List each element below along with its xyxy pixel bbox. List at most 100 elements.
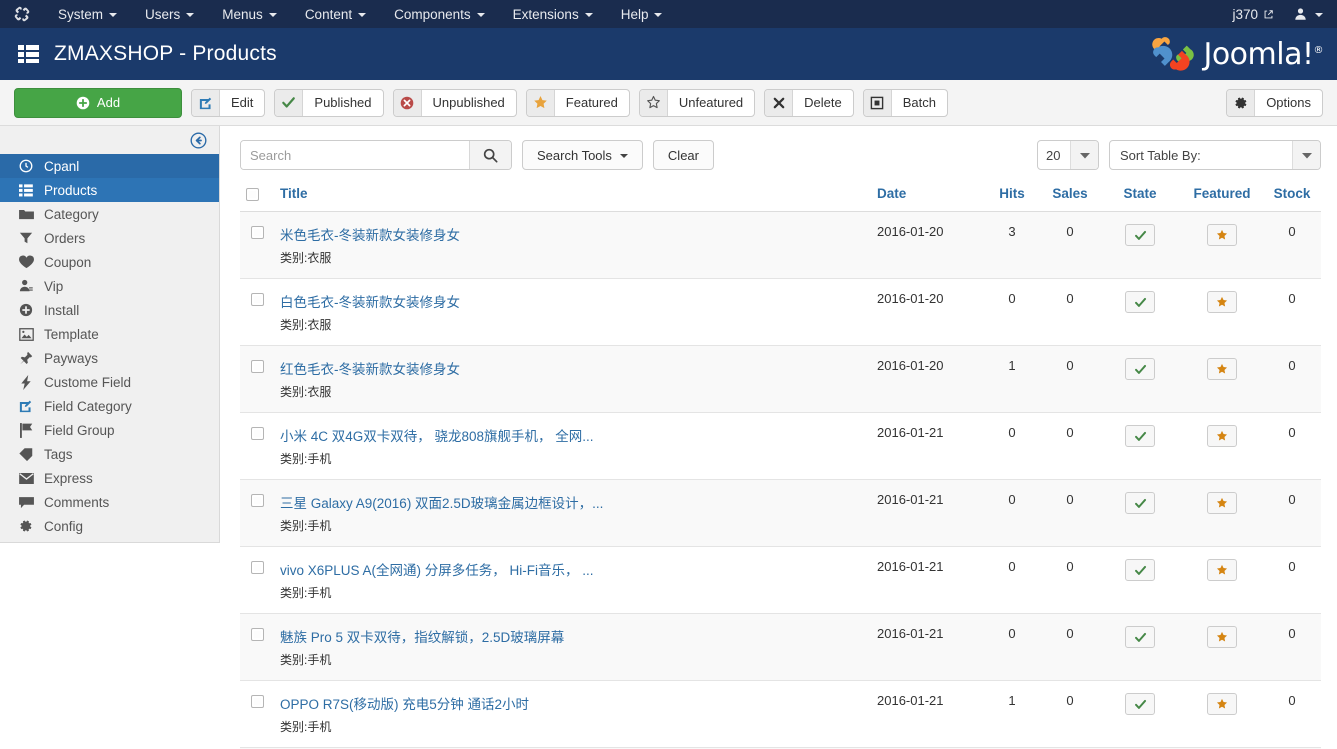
sidebar-item-install[interactable]: Install [0, 298, 219, 322]
product-title-link[interactable]: OPPO R7S(移动版) 充电5分钟 通话2小时 [280, 693, 865, 713]
arrow-circle-left-icon[interactable] [190, 132, 207, 149]
add-button[interactable]: Add [14, 87, 182, 118]
search-button[interactable] [469, 141, 511, 169]
page-title: ZMAXSHOP - Products [54, 42, 277, 65]
row-checkbox[interactable] [250, 561, 264, 575]
check-icon [275, 89, 304, 116]
column-header-state[interactable]: State [1099, 182, 1181, 212]
row-select-cell [240, 546, 274, 614]
product-title-link[interactable]: 三星 Galaxy A9(2016) 双面2.5D玻璃金属边框设计，... [280, 492, 865, 512]
row-checkbox[interactable] [250, 226, 264, 240]
sidebar-item-express[interactable]: Express [0, 466, 219, 490]
featured-toggle-button[interactable] [1207, 492, 1237, 514]
state-toggle-button[interactable] [1125, 291, 1155, 313]
image-icon [18, 327, 34, 341]
clear-button[interactable]: Clear [652, 140, 714, 170]
sidebar-item-label: Cpanl [44, 158, 80, 174]
row-title-cell: 魅族 Pro 5 双卡双待，指纹解锁，2.5D玻璃屏幕 类别:手机 [274, 613, 871, 681]
list-limit-select[interactable]: 20 [1037, 140, 1099, 170]
product-title-link[interactable]: 米色毛衣-冬装新款女装修身女 [280, 224, 865, 244]
edit-button[interactable]: Edit [191, 88, 266, 117]
sidebar-item-vip[interactable]: Vip [0, 274, 219, 298]
search-input[interactable] [241, 141, 469, 169]
sidebar-item-field-group[interactable]: Field Group [0, 418, 219, 442]
row-featured-cell [1181, 211, 1263, 279]
sidebar-item-cpanl[interactable]: Cpanl [0, 154, 219, 178]
row-checkbox[interactable] [250, 427, 264, 441]
top-menu-item-help[interactable]: Help [607, 0, 677, 28]
select-all-checkbox[interactable] [246, 187, 259, 201]
product-title-link[interactable]: 红色毛衣-冬装新款女装修身女 [280, 358, 865, 378]
sidebar-item-payways[interactable]: Payways [0, 346, 219, 370]
state-toggle-button[interactable] [1125, 224, 1155, 246]
sort-table-select[interactable]: Sort Table By: [1109, 140, 1321, 170]
top-menu-item-extensions[interactable]: Extensions [499, 0, 607, 28]
sidebar-item-tags[interactable]: Tags [0, 442, 219, 466]
joomla-logo-icon[interactable] [0, 0, 44, 28]
edit-button-label: Edit [231, 95, 254, 110]
featured-toggle-button[interactable] [1207, 358, 1237, 380]
row-checkbox[interactable] [250, 293, 264, 307]
user-menu-button[interactable] [1286, 7, 1337, 21]
row-date-cell: 2016-01-21 [871, 412, 983, 480]
featured-toggle-button[interactable] [1207, 693, 1237, 715]
featured-toggle-button[interactable] [1207, 224, 1237, 246]
column-header-hits[interactable]: Hits [983, 182, 1041, 212]
published-button[interactable]: Published [274, 88, 384, 117]
featured-toggle-button[interactable] [1207, 291, 1237, 313]
top-menu-item-content[interactable]: Content [291, 0, 380, 28]
state-toggle-button[interactable] [1125, 425, 1155, 447]
filter-icon [18, 231, 34, 245]
product-title-link[interactable]: 白色毛衣-冬装新款女装修身女 [280, 291, 865, 311]
sidebar-item-category[interactable]: Category [0, 202, 219, 226]
top-menu-item-components[interactable]: Components [380, 0, 499, 28]
column-header-featured[interactable]: Featured [1181, 182, 1263, 212]
search-tools-button[interactable]: Search Tools [522, 140, 643, 170]
state-toggle-button[interactable] [1125, 693, 1155, 715]
state-toggle-button[interactable] [1125, 626, 1155, 648]
state-toggle-button[interactable] [1125, 492, 1155, 514]
row-select-cell [240, 613, 274, 681]
top-menu-right-group: j370 [1220, 0, 1337, 28]
action-toolbar: Add Edit Published Unpublished Featured … [0, 80, 1337, 126]
row-checkbox[interactable] [250, 695, 264, 709]
product-title-link[interactable]: 魅族 Pro 5 双卡双待，指纹解锁，2.5D玻璃屏幕 [280, 626, 865, 646]
sidebar-collapse-row [0, 126, 219, 154]
sidebar-item-label: Payways [44, 350, 99, 366]
sidebar-item-coupon[interactable]: Coupon [0, 250, 219, 274]
row-featured-cell [1181, 345, 1263, 413]
sidebar-item-template[interactable]: Template [0, 322, 219, 346]
options-button[interactable]: Options [1226, 88, 1323, 117]
featured-toggle-button[interactable] [1207, 425, 1237, 447]
batch-button[interactable]: Batch [862, 88, 948, 117]
featured-toggle-button[interactable] [1207, 559, 1237, 581]
sidebar-item-config[interactable]: Config [0, 514, 219, 538]
check-icon [1134, 364, 1146, 374]
featured-button[interactable]: Featured [525, 88, 630, 117]
row-checkbox[interactable] [250, 628, 264, 642]
state-toggle-button[interactable] [1125, 559, 1155, 581]
column-header-stock[interactable]: Stock [1263, 182, 1321, 212]
row-checkbox[interactable] [250, 360, 264, 374]
sidebar-item-custome-field[interactable]: Custome Field [0, 370, 219, 394]
featured-toggle-button[interactable] [1207, 626, 1237, 648]
delete-button[interactable]: Delete [764, 88, 854, 117]
column-header-title[interactable]: Title [274, 182, 871, 212]
visit-site-link[interactable]: j370 [1220, 7, 1286, 22]
top-menu-label: Menus [222, 6, 263, 22]
unfeatured-button[interactable]: Unfeatured [638, 88, 756, 117]
top-menu-item-system[interactable]: System [44, 0, 131, 28]
column-header-date[interactable]: Date [871, 182, 983, 212]
state-toggle-button[interactable] [1125, 358, 1155, 380]
top-menu-item-users[interactable]: Users [131, 0, 208, 28]
sidebar-item-orders[interactable]: Orders [0, 226, 219, 250]
sidebar-item-field-category[interactable]: Field Category [0, 394, 219, 418]
top-menu-item-menus[interactable]: Menus [208, 0, 291, 28]
column-header-sales[interactable]: Sales [1041, 182, 1099, 212]
product-title-link[interactable]: 小米 4C 双4G双卡双待， 骁龙808旗舰手机， 全网... [280, 425, 865, 445]
row-checkbox[interactable] [250, 494, 264, 508]
unpublished-button[interactable]: Unpublished [392, 88, 517, 117]
product-title-link[interactable]: vivo X6PLUS A(全网通) 分屏多任务， Hi-Fi音乐， ... [280, 559, 865, 579]
sidebar-item-products[interactable]: Products [0, 178, 219, 202]
sidebar-item-comments[interactable]: Comments [0, 490, 219, 514]
